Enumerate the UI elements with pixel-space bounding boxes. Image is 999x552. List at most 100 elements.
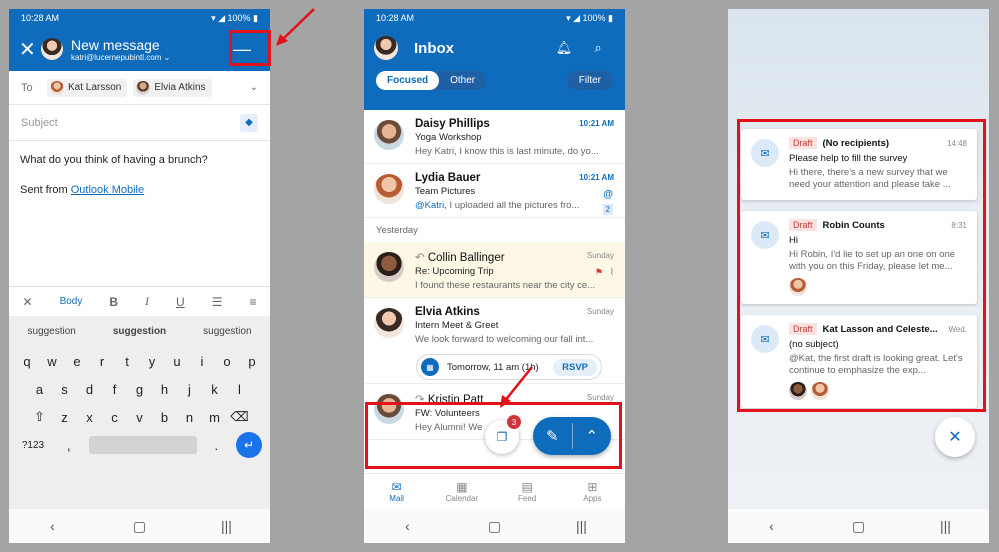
key[interactable]: t [115, 354, 140, 369]
key[interactable]: k [202, 382, 227, 397]
chevron-down-icon[interactable]: ⌄ [250, 82, 258, 93]
close-format-icon[interactable]: ✕ [23, 295, 33, 309]
mail-content: Elvia Atkins Intern Meet & Greet We look… [415, 306, 615, 345]
bold-icon[interactable]: B [109, 295, 118, 309]
close-icon: ✕ [948, 429, 962, 446]
key[interactable]: r [90, 354, 115, 369]
key[interactable]: a [27, 382, 52, 397]
annotation-highlight-drafts [737, 119, 986, 412]
key[interactable]: e [65, 354, 90, 369]
space-key[interactable] [88, 436, 197, 454]
mail-preview: I found these restaurants near the city … [415, 280, 596, 291]
sender-name: Collin Ballinger [427, 252, 505, 264]
key[interactable]: u [165, 354, 190, 369]
suggestion-bar: suggestion suggestion suggestion [9, 316, 270, 347]
symbols-key[interactable]: ?123 [17, 440, 49, 451]
backspace-key[interactable]: ⌫ [227, 409, 252, 425]
back-icon[interactable]: ‹ [388, 518, 428, 534]
italic-icon[interactable]: I [145, 294, 149, 309]
key[interactable]: n [177, 410, 202, 425]
close-icon[interactable]: ✕ [19, 37, 41, 62]
shift-key[interactable]: ⇧ [27, 409, 52, 425]
key[interactable]: f [102, 382, 127, 397]
home-icon[interactable]: ▢ [475, 518, 515, 535]
compose-screen: 10:28 AM ▾ ◢ 100% ▮ ✕ New message katri@… [9, 9, 270, 543]
recents-icon[interactable]: ||| [926, 518, 966, 534]
status-battery: ▾ ◢ 100% ▮ [211, 12, 258, 23]
account-avatar[interactable] [374, 36, 398, 60]
recents-icon[interactable]: ||| [562, 518, 602, 534]
numbered-list-icon[interactable]: ≡ [249, 295, 256, 309]
key[interactable]: m [202, 410, 227, 425]
tab-focused[interactable]: Focused [376, 71, 440, 90]
period-key[interactable]: . [204, 438, 229, 453]
inbox-header: Inbox 🔔︎ ⌕ [364, 27, 625, 69]
list-item[interactable]: Elvia Atkins Intern Meet & Greet We look… [364, 298, 625, 351]
tab-mail[interactable]: ✉ Mail [372, 480, 422, 503]
avatar [136, 80, 151, 95]
key[interactable]: v [127, 410, 152, 425]
calendar-icon: ▦ [456, 480, 468, 494]
to-label: To [21, 81, 33, 94]
home-icon[interactable]: ▢ [120, 518, 160, 535]
key[interactable]: g [127, 382, 152, 397]
key[interactable]: d [77, 382, 102, 397]
to-field[interactable]: To Kat Larsson Elvia Atkins ⌄ [9, 71, 270, 105]
home-icon[interactable]: ▢ [839, 518, 879, 535]
recipient-chip[interactable]: Kat Larsson [47, 78, 128, 97]
mail-time: 10:21 AM [579, 173, 614, 182]
suggestion[interactable]: suggestion [203, 326, 251, 337]
underline-icon[interactable]: U [176, 295, 185, 309]
from-account[interactable]: katri@lucernepubintl.com ⌄ [71, 53, 226, 62]
key[interactable]: b [152, 410, 177, 425]
enter-key[interactable]: ↵ [236, 432, 262, 458]
key[interactable]: q [15, 354, 40, 369]
page-title: Inbox [414, 39, 454, 57]
tab-other[interactable]: Other [439, 71, 486, 90]
key[interactable]: h [152, 382, 177, 397]
comma-key[interactable]: , [56, 438, 81, 453]
key[interactable]: w [40, 354, 65, 369]
key[interactable]: j [177, 382, 202, 397]
back-icon[interactable]: ‹ [33, 518, 73, 534]
signature-link[interactable]: Outlook Mobile [71, 184, 144, 196]
key[interactable]: c [102, 410, 127, 425]
key[interactable]: y [140, 354, 165, 369]
tab-calendar[interactable]: ▦ Calendar [437, 480, 487, 503]
key[interactable]: z [52, 410, 77, 425]
preview-text: , I uploaded all the pictures fro... [444, 200, 580, 211]
close-drafts-button[interactable]: ✕ [935, 417, 975, 457]
recents-icon[interactable]: ||| [207, 518, 247, 534]
key[interactable]: i [190, 354, 215, 369]
key[interactable]: p [240, 354, 265, 369]
apps-icon: ⊞ [587, 480, 598, 494]
bell-icon[interactable]: 🔔︎ [547, 40, 581, 56]
key[interactable]: o [215, 354, 240, 369]
message-body[interactable]: What do you think of having a brunch? Se… [9, 141, 270, 210]
mail-preview: Hey Katri, I know this is last minute, d… [415, 146, 599, 157]
tab-feed[interactable]: ▤ Feed [502, 480, 552, 503]
sensitivity-icon[interactable]: ◆ [240, 113, 258, 132]
mail-icon: ✉ [391, 480, 402, 494]
tab-apps[interactable]: ⊞ Apps [567, 480, 617, 503]
key[interactable]: s [52, 382, 77, 397]
list-item[interactable]: Daisy Phillips Yoga Workshop Hey Katri, … [364, 110, 625, 164]
body-style-button[interactable]: Body [60, 296, 83, 307]
suggestion[interactable]: suggestion [27, 326, 75, 337]
search-icon[interactable]: ⌕ [581, 40, 615, 56]
filter-button[interactable]: Filter [566, 71, 613, 90]
status-bar: 10:28 AM ▾ ◢ 100% ▮ [364, 9, 625, 27]
mail-subject: Re: Upcoming Trip [415, 266, 494, 277]
back-icon[interactable]: ‹ [752, 518, 792, 534]
list-item[interactable]: ↶ Collin Ballinger Re: Upcoming Trip I f… [364, 242, 625, 298]
bullet-list-icon[interactable]: ☰ [212, 295, 223, 309]
subject-field[interactable]: Subject ◆ [9, 105, 270, 141]
recipient-name: Kat Larsson [68, 82, 122, 93]
list-item[interactable]: Lydia Bauer Team Pictures @Katri, I uplo… [364, 164, 625, 218]
key[interactable]: x [77, 410, 102, 425]
key[interactable]: l [227, 382, 252, 397]
suggestion[interactable]: suggestion [113, 326, 166, 337]
status-time: 10:28 AM [376, 13, 415, 23]
rsvp-button[interactable]: RSVP [553, 358, 597, 376]
recipient-chip[interactable]: Elvia Atkins [133, 78, 212, 97]
